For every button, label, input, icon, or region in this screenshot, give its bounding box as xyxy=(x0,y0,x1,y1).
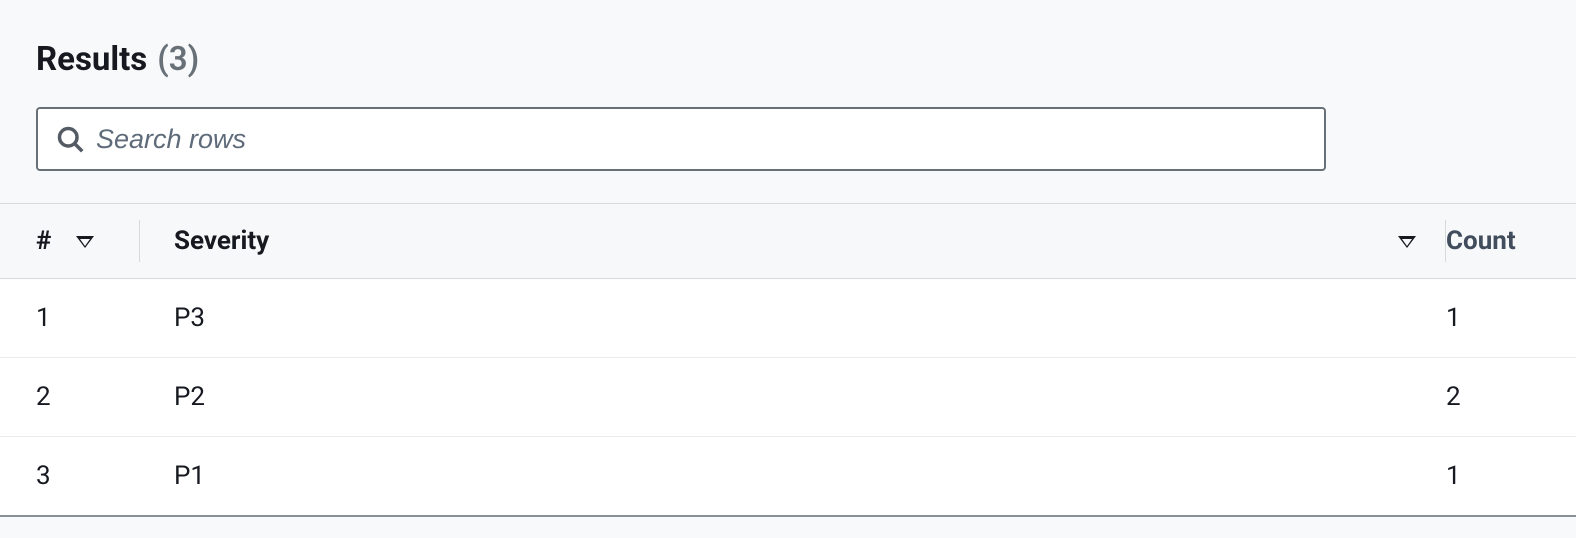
results-panel: Results (3) # Severity xyxy=(0,0,1576,517)
title-count: (3) xyxy=(157,40,199,79)
column-count-label: Count xyxy=(1446,226,1516,256)
title-text: Results xyxy=(36,40,147,79)
cell-num: 3 xyxy=(0,437,140,517)
cell-num: 2 xyxy=(0,358,140,437)
panel-header: Results (3) xyxy=(0,40,1576,79)
search-container xyxy=(0,107,1576,171)
cell-count: 1 xyxy=(1446,437,1576,517)
search-box[interactable] xyxy=(36,107,1326,171)
table-body: 1 P3 1 2 P2 2 3 P1 1 xyxy=(0,279,1576,517)
page-title: Results (3) xyxy=(36,40,1540,79)
filter-icon[interactable] xyxy=(1398,236,1416,248)
cell-severity: P3 xyxy=(140,279,1446,358)
cell-severity: P1 xyxy=(140,437,1446,517)
search-input[interactable] xyxy=(96,124,1306,155)
column-header-severity[interactable]: Severity xyxy=(140,204,1446,279)
search-icon xyxy=(56,125,84,153)
cell-count: 1 xyxy=(1446,279,1576,358)
cell-severity: P2 xyxy=(140,358,1446,437)
column-header-count[interactable]: Count xyxy=(1446,204,1576,279)
table-row[interactable]: 2 P2 2 xyxy=(0,358,1576,437)
table-row[interactable]: 3 P1 1 xyxy=(0,437,1576,517)
column-severity-label: Severity xyxy=(174,226,269,256)
filter-icon[interactable] xyxy=(76,236,94,248)
cell-count: 2 xyxy=(1446,358,1576,437)
table-row[interactable]: 1 P3 1 xyxy=(0,279,1576,358)
table-header: # Severity Count xyxy=(0,204,1576,279)
column-header-num[interactable]: # xyxy=(0,204,140,279)
results-table: # Severity Count 1 P3 1 xyxy=(0,203,1576,517)
column-num-label: # xyxy=(36,226,51,256)
cell-num: 1 xyxy=(0,279,140,358)
